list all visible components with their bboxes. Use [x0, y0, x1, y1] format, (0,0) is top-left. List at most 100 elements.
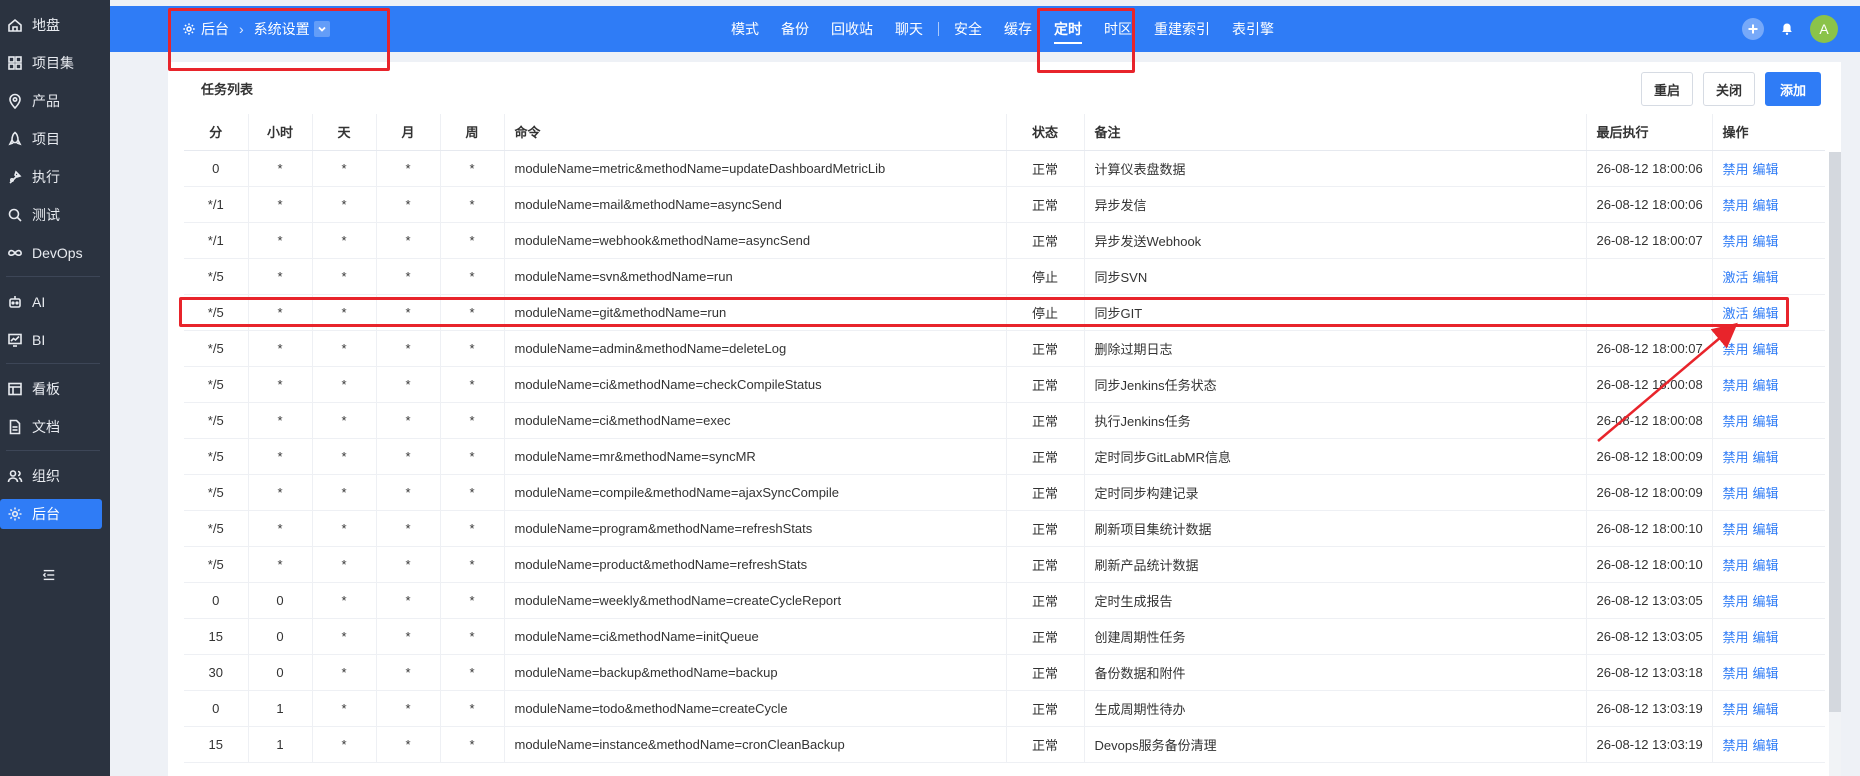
sidebar-item-2[interactable]: 产品 [0, 86, 102, 116]
toggle-status-link[interactable]: 禁用 [1723, 450, 1749, 465]
edit-link[interactable]: 编辑 [1753, 630, 1779, 645]
table-cell: * [248, 222, 313, 259]
breadcrumb-root[interactable]: 后台 [201, 19, 229, 39]
edit-link[interactable]: 编辑 [1753, 306, 1779, 321]
toggle-status-link[interactable]: 禁用 [1723, 522, 1749, 537]
chevron-down-icon[interactable] [313, 21, 330, 37]
toggle-status-link[interactable]: 禁用 [1723, 162, 1749, 177]
table-cell: */5 [184, 330, 249, 367]
table-cell: 正常 [1006, 546, 1085, 583]
nav-tab-4[interactable]: 安全 [943, 6, 993, 52]
bell-icon[interactable] [1776, 18, 1798, 40]
edit-link[interactable]: 编辑 [1753, 738, 1779, 753]
toggle-status-link[interactable]: 激活 [1723, 306, 1749, 321]
sidebar-item-3[interactable]: 项目 [0, 124, 102, 154]
table-cell [1586, 258, 1713, 295]
close-button[interactable]: 关闭 [1702, 72, 1755, 106]
sidebar-item-12[interactable]: 后台 [0, 499, 102, 529]
sidebar-item-0[interactable]: 地盘 [0, 10, 102, 40]
edit-link[interactable]: 编辑 [1753, 702, 1779, 717]
table-cell: 异步发送Webhook [1084, 222, 1587, 259]
table-cell: 删除过期日志 [1084, 330, 1587, 367]
table-cell: 15 [184, 726, 249, 763]
table-cell: * [440, 654, 505, 691]
table-cell: * [312, 186, 377, 223]
table-cell: 26-08-12 13:03:05 [1586, 582, 1713, 619]
sidebar-item-10[interactable]: 文档 [0, 412, 102, 442]
actions-cell: 禁用 编辑 [1712, 438, 1825, 475]
sidebar-item-5[interactable]: 测试 [0, 200, 102, 230]
toggle-status-link[interactable]: 禁用 [1723, 558, 1749, 573]
sidebar-item-11[interactable]: 组织 [0, 461, 102, 491]
table-cell: 0 [248, 618, 313, 655]
table-cell: * [376, 690, 441, 727]
edit-link[interactable]: 编辑 [1753, 666, 1779, 681]
toggle-status-link[interactable]: 禁用 [1723, 234, 1749, 249]
avatar[interactable]: A [1810, 15, 1838, 43]
toggle-status-link[interactable]: 禁用 [1723, 702, 1749, 717]
toggle-status-link[interactable]: 禁用 [1723, 594, 1749, 609]
sidebar-item-1[interactable]: 项目集 [0, 48, 102, 78]
plus-icon[interactable] [1742, 18, 1764, 40]
scrollbar-thumb[interactable] [1829, 152, 1841, 712]
edit-link[interactable]: 编辑 [1753, 270, 1779, 285]
edit-link[interactable]: 编辑 [1753, 594, 1779, 609]
collapse-sidebar-icon[interactable] [40, 566, 58, 584]
restart-button[interactable]: 重启 [1640, 72, 1693, 106]
table-cell: * [248, 474, 313, 511]
nav-tab-3[interactable]: 聊天 [884, 6, 934, 52]
nav-tab-8[interactable]: 重建索引 [1143, 6, 1221, 52]
sidebar-item-7[interactable]: AI [0, 287, 102, 317]
toggle-status-link[interactable]: 禁用 [1723, 198, 1749, 213]
edit-link[interactable]: 编辑 [1753, 414, 1779, 429]
sidebar-item-9[interactable]: 看板 [0, 374, 102, 404]
column-header: 分 [184, 114, 249, 151]
table-cell: 正常 [1006, 726, 1085, 763]
table-cell: */5 [184, 294, 249, 331]
edit-link[interactable]: 编辑 [1753, 234, 1779, 249]
nav-tab-9[interactable]: 表引擎 [1221, 6, 1285, 52]
table-cell: moduleName=mail&methodName=asyncSend [504, 186, 1007, 223]
toggle-status-link[interactable]: 禁用 [1723, 342, 1749, 357]
toggle-status-link[interactable]: 禁用 [1723, 378, 1749, 393]
document-icon [6, 418, 24, 436]
table-cell: 1 [248, 726, 313, 763]
gear-icon [6, 505, 24, 523]
nav-tab-6[interactable]: 定时 [1043, 6, 1093, 52]
edit-link[interactable]: 编辑 [1753, 522, 1779, 537]
toggle-status-link[interactable]: 禁用 [1723, 630, 1749, 645]
actions-cell: 激活 编辑 [1712, 258, 1825, 295]
edit-link[interactable]: 编辑 [1753, 342, 1779, 357]
table-cell: * [440, 150, 505, 187]
table-cell: moduleName=metric&methodName=updateDashb… [504, 150, 1007, 187]
actions-cell: 禁用 编辑 [1712, 546, 1825, 583]
top-bar: 后台 › 系统设置 模式 备份 回收站 聊天 安全 缓存 定时 时区 重建索引 表引擎 A [110, 6, 1860, 52]
nav-tab-0[interactable]: 模式 [720, 6, 770, 52]
nav-tab-2[interactable]: 回收站 [820, 6, 884, 52]
edit-link[interactable]: 编辑 [1753, 486, 1779, 501]
task-table: 分小时天月周命令 状态 备注 最后执行 操作 0 * * * * moduleName=metri… [184, 114, 1825, 763]
breadcrumb-current[interactable]: 系统设置 [254, 19, 310, 39]
toggle-status-link[interactable]: 激活 [1723, 270, 1749, 285]
nav-tab-5[interactable]: 缓存 [993, 6, 1043, 52]
column-header: 操作 [1712, 114, 1825, 151]
edit-link[interactable]: 编辑 [1753, 378, 1779, 393]
sidebar-item-8[interactable]: BI [0, 325, 102, 355]
toggle-status-link[interactable]: 禁用 [1723, 666, 1749, 681]
nav-tab-1[interactable]: 备份 [770, 6, 820, 52]
edit-link[interactable]: 编辑 [1753, 450, 1779, 465]
table-cell: * [376, 330, 441, 367]
edit-link[interactable]: 编辑 [1753, 162, 1779, 177]
edit-link[interactable]: 编辑 [1753, 558, 1779, 573]
toggle-status-link[interactable]: 禁用 [1723, 738, 1749, 753]
table-cell: * [376, 366, 441, 403]
edit-link[interactable]: 编辑 [1753, 198, 1779, 213]
sidebar-item-4[interactable]: 执行 [0, 162, 102, 192]
sidebar-item-6[interactable]: DevOps [0, 238, 102, 268]
toggle-status-link[interactable]: 禁用 [1723, 414, 1749, 429]
toggle-status-link[interactable]: 禁用 [1723, 486, 1749, 501]
table-cell: * [312, 474, 377, 511]
nav-tab-7[interactable]: 时区 [1093, 6, 1143, 52]
table-cell: * [440, 186, 505, 223]
add-button[interactable]: 添加 [1764, 72, 1821, 106]
